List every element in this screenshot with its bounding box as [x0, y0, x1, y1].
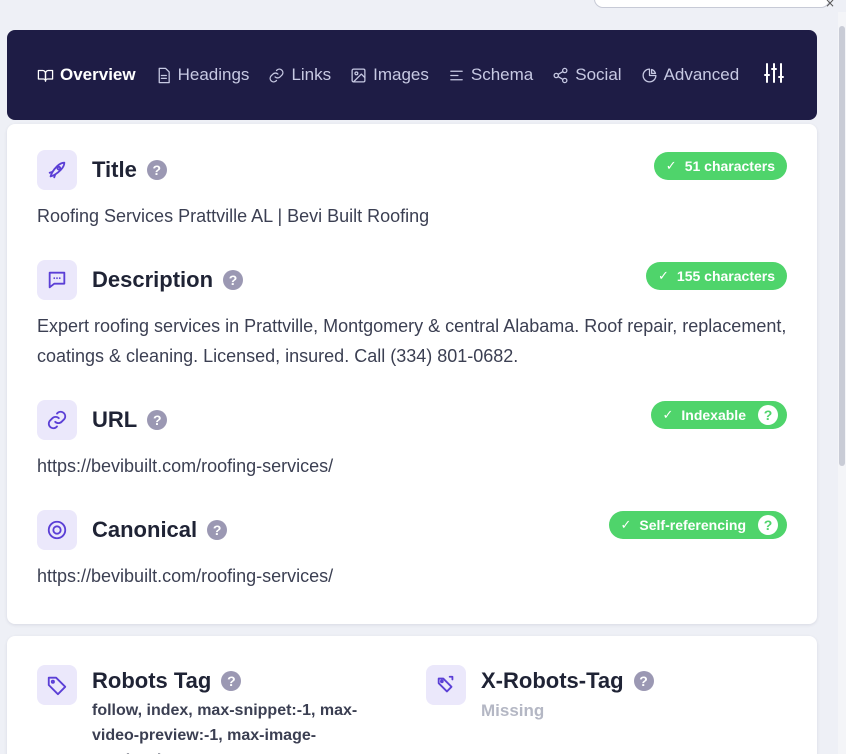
robots-tag-value: follow, index, max-snippet:-1, max-video… — [92, 702, 358, 754]
description-help-icon[interactable]: ? — [223, 270, 244, 290]
title-length-text: 51 characters — [684, 158, 775, 174]
tab-overview[interactable]: Overview — [37, 65, 136, 85]
tags-icon — [426, 665, 466, 705]
robots-tag-help-icon[interactable]: ? — [221, 671, 242, 691]
url-value: https://bevibuilt.com/roofing-services/ — [37, 456, 334, 476]
tab-advanced[interactable]: Advanced — [641, 65, 740, 85]
title-label: Title — [92, 157, 137, 182]
tab-schema-label: Schema — [470, 65, 534, 84]
link-icon — [269, 68, 284, 82]
x-robots-tag-help-icon[interactable]: ? — [633, 671, 654, 691]
tab-social[interactable]: Social — [552, 65, 622, 85]
indexable-help-icon[interactable]: ? — [758, 405, 778, 425]
title-help-icon[interactable]: ? — [146, 160, 167, 180]
image-icon — [351, 67, 366, 83]
description-length-badge: ✓ 155 characters — [646, 262, 787, 290]
tab-overview-label: Overview — [60, 65, 136, 84]
sliders-icon — [764, 62, 785, 83]
canonical-value: https://bevibuilt.com/roofing-services/ — [37, 566, 334, 586]
url-help-icon[interactable]: ? — [147, 410, 168, 430]
address-bar-fragment[interactable] — [594, 0, 830, 8]
title-heading: Title ? — [37, 150, 167, 190]
scrollbar[interactable] — [838, 12, 846, 754]
check-icon: ✓ — [620, 517, 632, 533]
robots-card: Robots Tag ? follow, index, max-snippet:… — [7, 636, 817, 754]
check-icon: ✓ — [662, 407, 674, 423]
browser-top-strip: × — [0, 0, 846, 30]
robots-tag-heading: Robots Tag ? — [92, 665, 382, 697]
scrollbar-thumb[interactable] — [839, 26, 845, 466]
tab-social-label: Social — [575, 65, 622, 84]
tab-images-label: Images — [373, 65, 429, 84]
share-icon — [553, 67, 568, 83]
check-icon: ✓ — [665, 158, 677, 174]
canonical-heading: Canonical ? — [37, 510, 228, 550]
book-open-icon — [37, 69, 54, 82]
self-referencing-help-icon[interactable]: ? — [758, 515, 778, 535]
x-robots-tag-value: Missing — [481, 701, 545, 720]
link-icon — [37, 400, 77, 440]
target-icon — [37, 510, 77, 550]
rocket-icon — [37, 150, 77, 190]
close-icon[interactable]: × — [825, 0, 839, 9]
chart-pie-icon — [642, 67, 657, 83]
tab-links-label: Links — [291, 65, 332, 84]
list-lines-icon — [450, 70, 463, 80]
tab-headings-label: Headings — [177, 65, 250, 84]
self-referencing-badge: ✓ Self-referencing ? — [608, 511, 787, 539]
tab-advanced-label: Advanced — [663, 65, 740, 84]
description-label: Description — [92, 267, 214, 292]
indexable-badge: ✓ Indexable ? — [650, 401, 787, 429]
description-value: Expert roofing services in Prattville, M… — [37, 316, 787, 366]
canonical-label: Canonical — [92, 517, 198, 542]
tab-images[interactable]: Images — [350, 65, 429, 85]
canonical-help-icon[interactable]: ? — [207, 520, 228, 540]
title-value: Roofing Services Prattville AL | Bevi Bu… — [37, 206, 430, 226]
x-robots-tag-section: X-Robots-Tag ? Missing — [426, 665, 654, 723]
description-heading: Description ? — [37, 260, 244, 300]
url-label: URL — [92, 407, 138, 432]
self-referencing-text: Self-referencing — [639, 517, 746, 533]
robots-tag-label: Robots Tag — [92, 668, 212, 693]
tab-schema[interactable]: Schema — [448, 65, 533, 85]
settings-button[interactable] — [762, 61, 786, 90]
tag-icon — [37, 665, 77, 705]
robots-tag-section: Robots Tag ? follow, index, max-snippet:… — [37, 665, 382, 754]
url-heading: URL ? — [37, 400, 168, 440]
overview-card: Title ? ✓ 51 characters Roofing Services… — [7, 124, 817, 624]
tab-navigation: Overview Headings Links Images Schema So… — [7, 30, 817, 120]
check-icon: ✓ — [658, 268, 669, 284]
message-icon — [37, 260, 77, 300]
title-length-badge: ✓ 51 characters — [653, 152, 787, 180]
description-length-text: 155 characters — [676, 268, 775, 284]
tab-links[interactable]: Links — [268, 65, 331, 85]
x-robots-tag-label: X-Robots-Tag — [481, 668, 624, 693]
x-robots-tag-heading: X-Robots-Tag ? — [481, 665, 654, 697]
tab-headings[interactable]: Headings — [155, 65, 250, 85]
indexable-text: Indexable — [681, 407, 746, 423]
document-icon — [158, 67, 170, 83]
